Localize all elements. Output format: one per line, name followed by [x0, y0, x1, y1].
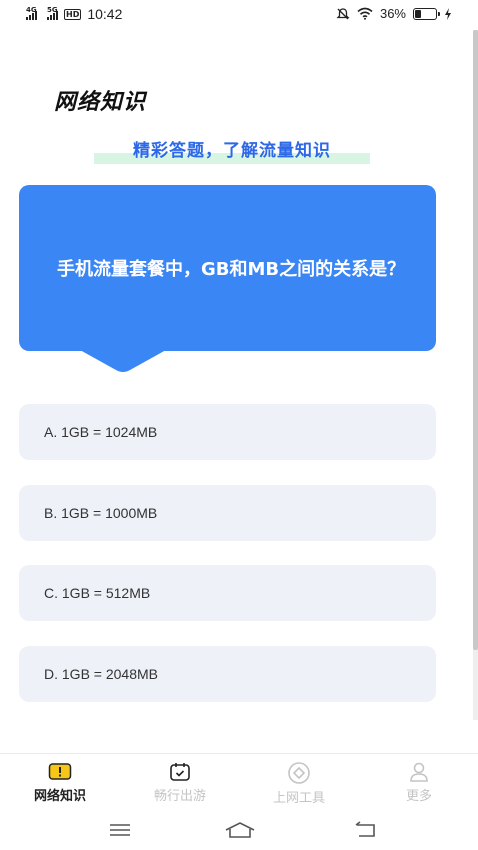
- status-time: 10:42: [87, 6, 123, 22]
- tab-label: 更多: [405, 789, 432, 804]
- profile-icon: [410, 762, 428, 782]
- option-label: D. 1GB = 2048MB: [44, 666, 159, 682]
- page-subtitle: 精彩答题，了解流量知识: [133, 141, 331, 161]
- battery-icon: [413, 7, 440, 20]
- page-title: 网络知识: [54, 90, 147, 115]
- menu-button[interactable]: [100, 816, 140, 844]
- tab-more[interactable]: 更多: [369, 762, 469, 810]
- option-d[interactable]: D. 1GB = 2048MB: [19, 646, 436, 702]
- signal-label: 4G: [26, 6, 37, 14]
- signal-icon: 4G: [26, 6, 37, 20]
- tool-icon: [288, 762, 310, 784]
- tab-label: 畅行出游: [153, 789, 206, 804]
- hd-badge: HD: [64, 8, 82, 20]
- home-button[interactable]: [220, 816, 260, 844]
- menu-icon: [110, 824, 130, 836]
- back-icon: [355, 821, 375, 837]
- system-nav-bar: [0, 812, 478, 850]
- quiz-icon: [48, 763, 72, 780]
- charging-icon: [445, 7, 451, 20]
- status-right: 36%: [336, 6, 452, 21]
- bottom-tab-bar: 网络知识 畅行出游 上网工具 更多: [0, 753, 478, 811]
- option-b[interactable]: B. 1GB = 1000MB: [19, 485, 436, 541]
- battery-level: [415, 9, 421, 18]
- option-label: C. 1GB = 512MB: [44, 585, 151, 601]
- question-text: 手机流量套餐中，GB和MB之间的关系是？: [57, 259, 406, 280]
- option-c[interactable]: C. 1GB = 512MB: [19, 565, 436, 621]
- option-label: B. 1GB = 1000MB: [44, 505, 158, 521]
- tab-travel[interactable]: 畅行出游: [130, 762, 230, 810]
- home-icon: [225, 822, 255, 838]
- tab-internet-tools[interactable]: 上网工具: [249, 762, 349, 810]
- tab-network-knowledge[interactable]: 网络知识: [10, 762, 110, 810]
- option-label: A. 1GB = 1024MB: [44, 424, 158, 440]
- tab-label: 上网工具: [272, 791, 325, 806]
- signal-label: 5G: [47, 6, 58, 14]
- calendar-icon: [170, 763, 190, 781]
- wifi-icon: [357, 7, 373, 20]
- option-a[interactable]: A. 1GB = 1024MB: [19, 404, 436, 460]
- question-card-pointer: [80, 350, 166, 372]
- status-left: 4G 5G HD 10:42: [26, 6, 122, 22]
- subtitle-banner: 精彩答题，了解流量知识: [94, 138, 370, 166]
- status-bar: 4G 5G HD 10:42 36%: [0, 0, 478, 30]
- back-button[interactable]: [345, 816, 385, 844]
- battery-percent: 36%: [379, 6, 406, 21]
- scrollbar-thumb[interactable]: [473, 30, 478, 650]
- signal-icon: 5G: [47, 6, 58, 20]
- mute-icon: [336, 7, 350, 19]
- tab-label: 网络知识: [33, 789, 86, 804]
- question-card: 手机流量套餐中，GB和MB之间的关系是？: [19, 185, 436, 351]
